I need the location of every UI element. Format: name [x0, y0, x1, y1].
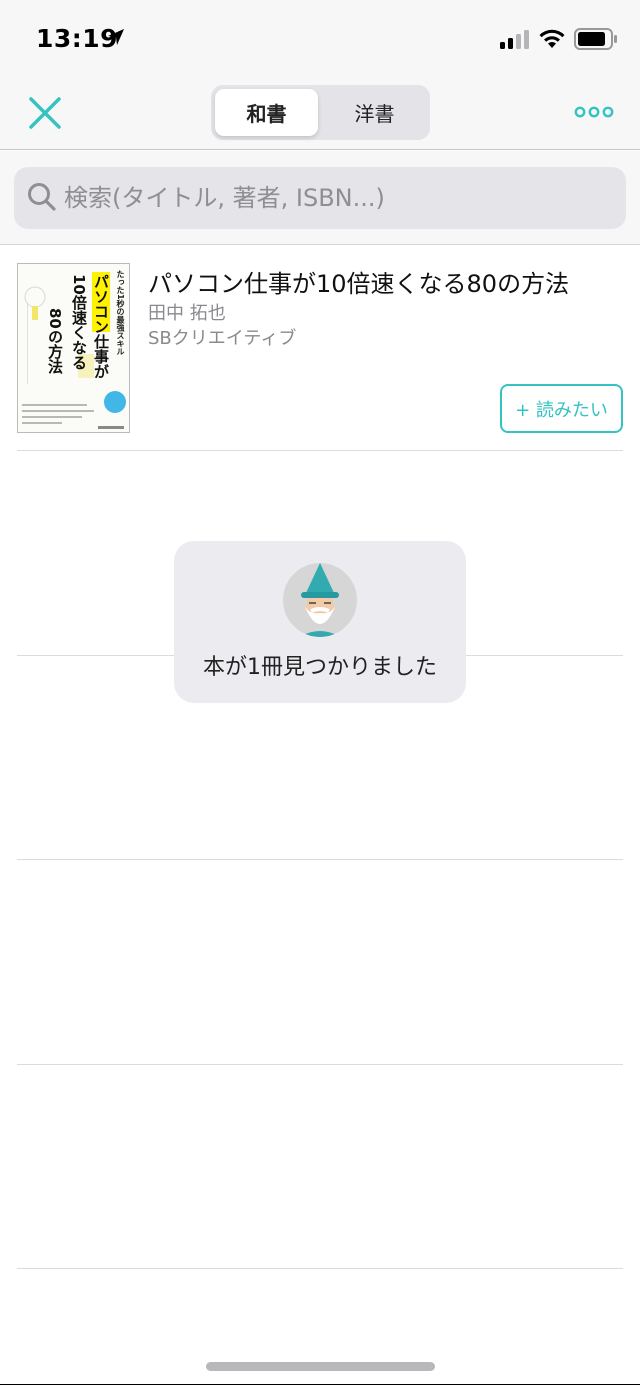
book-cover-image: たった1秒の最強スキル パソコン仕事が 10倍速くなる 80の方法: [17, 263, 130, 433]
cover-top-text: たった1秒の最強スキル: [116, 270, 125, 356]
nav-bar: 和書 洋書: [0, 78, 640, 150]
cover-title-line-3: 80の方法: [46, 308, 64, 374]
book-author: 田中 拓也: [148, 303, 226, 324]
battery-icon: [574, 28, 617, 50]
row-divider: [17, 859, 623, 860]
result-toast: 本が1冊見つかりました: [174, 541, 466, 703]
book-type-segmented-control: 和書 洋書: [211, 85, 430, 140]
tab-foreign-books[interactable]: 洋書: [323, 89, 426, 136]
cellular-signal-icon: [500, 30, 529, 49]
wifi-icon: [539, 29, 565, 48]
search-icon: [28, 183, 56, 211]
cover-title-line-2: 10倍速くなる: [70, 274, 88, 370]
more-options-icon[interactable]: [574, 101, 614, 123]
search-bar-container: [0, 151, 640, 245]
home-indicator[interactable]: [206, 1362, 435, 1371]
cover-title-line-1: パソコン仕事が: [92, 274, 110, 379]
close-icon[interactable]: [26, 94, 64, 132]
row-divider: [17, 1064, 623, 1065]
location-arrow-icon: [108, 29, 124, 45]
status-bar: 13:19: [0, 0, 640, 78]
book-title: パソコン仕事が10倍速くなる80の方法: [148, 270, 570, 298]
book-publisher: SBクリエイティブ: [148, 328, 297, 349]
search-input[interactable]: [64, 167, 614, 229]
tab-japanese-books[interactable]: 和書: [215, 89, 318, 136]
status-time: 13:19: [36, 24, 119, 53]
row-divider: [17, 1268, 623, 1269]
row-divider: [17, 450, 623, 451]
want-to-read-button[interactable]: + 読みたい: [500, 384, 623, 433]
book-list-item[interactable]: たった1秒の最強スキル パソコン仕事が 10倍速くなる 80の方法 パソコン仕事…: [0, 246, 640, 450]
search-field[interactable]: [14, 167, 626, 229]
wizard-avatar-icon: [283, 563, 357, 637]
toast-message: 本が1冊見つかりました: [203, 655, 437, 680]
